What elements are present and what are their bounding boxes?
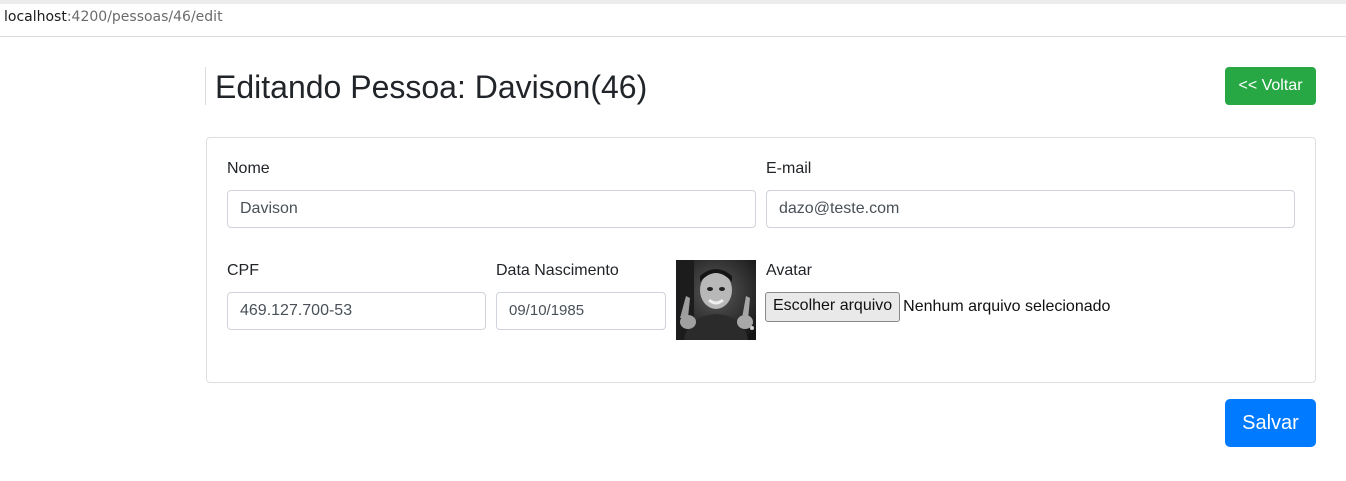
cpf-label: CPF <box>227 262 259 279</box>
browser-address-bar[interactable]: localhost:4200/pessoas/46/edit <box>0 0 1346 37</box>
url-host: localhost <box>4 9 67 25</box>
url-path: :4200/pessoas/46/edit <box>66 9 223 25</box>
title-divider <box>205 67 206 105</box>
data-nascimento-label: Data Nascimento <box>496 262 619 279</box>
save-button[interactable]: Salvar <box>1225 399 1316 447</box>
choose-file-button[interactable]: Escolher arquivo <box>765 292 901 322</box>
avatar-label: Avatar <box>766 262 812 279</box>
avatar-file-input[interactable]: Escolher arquivo Nenhum arquivo seleciona… <box>765 292 1110 322</box>
email-label: E-mail <box>766 160 812 177</box>
nome-label: Nome <box>227 160 270 177</box>
data-nascimento-input[interactable]: 09/10/1985 <box>496 292 666 330</box>
file-status: Nenhum arquivo selecionado <box>903 298 1111 315</box>
edit-form-card <box>206 137 1316 383</box>
url-text[interactable]: localhost:4200/pessoas/46/edit <box>4 9 223 25</box>
avatar-photo-icon <box>676 260 756 340</box>
email-input[interactable]: dazo@teste.com <box>766 190 1295 228</box>
nome-input[interactable]: Davison <box>227 190 756 228</box>
back-button[interactable]: << Voltar <box>1225 67 1316 105</box>
avatar-image <box>676 260 756 340</box>
page-title: Editando Pessoa: Davison(46) <box>215 69 648 105</box>
cpf-input[interactable]: 469.127.700-53 <box>227 292 486 330</box>
